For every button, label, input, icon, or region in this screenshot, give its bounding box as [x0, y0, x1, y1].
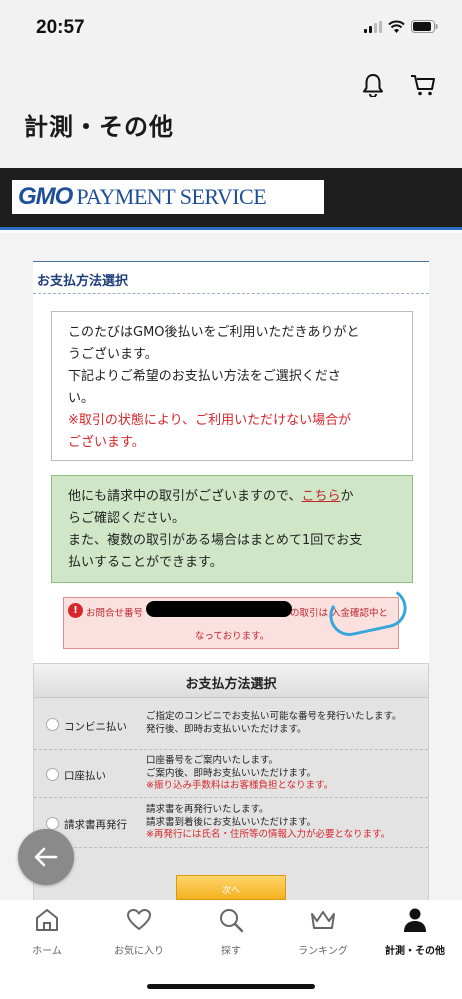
- back-button[interactable]: [18, 829, 74, 885]
- method-warning: ※振り込み手数料はお客様負担となります。: [146, 780, 334, 791]
- method-label: 口座払い: [64, 770, 106, 782]
- payment-method-title: お支払方法選択: [34, 664, 428, 698]
- app-header: 計測・その他: [0, 60, 462, 168]
- intro-message: このたびはGMO後払いをご利用いただきありがと うございます。 下記よりご希望の…: [51, 311, 413, 461]
- wifi-icon: [388, 20, 405, 33]
- payment-option-bank[interactable]: 口座払い 口座番号をご案内いたします。 ご案内後、即時お支払いいただけます。 ※…: [34, 750, 428, 798]
- method-label: 請求書再発行: [64, 819, 127, 831]
- intro-warning-line: ※取引の状態により、ご利用いただけない場合が: [68, 413, 352, 428]
- person-icon: [369, 906, 461, 934]
- page-title: 計測・その他: [24, 113, 174, 141]
- tab-measurement-other[interactable]: 計測・その他: [369, 906, 461, 957]
- method-description: 請求書を再発行いたします。 請求書到着後にお支払いいただけます。 ※再発行には氏…: [146, 804, 390, 842]
- intro-line: うございます。: [68, 347, 158, 362]
- status-bar: 20:57: [0, 0, 462, 60]
- tab-search[interactable]: 探す: [185, 906, 277, 957]
- gmo-logo-mark: GMO: [18, 183, 73, 210]
- tab-label: 計測・その他: [385, 946, 445, 957]
- method-desc-line: 請求書到着後にお支払いいただけます。: [146, 816, 317, 828]
- heart-icon: [93, 906, 185, 934]
- home-icon: [1, 906, 93, 934]
- method-label: コンビニ払い: [64, 721, 127, 733]
- radio-button[interactable]: [46, 817, 59, 830]
- notice-line: らご確認ください。: [68, 511, 186, 526]
- intro-warning-line: ございます。: [68, 435, 145, 450]
- notice-line: また、複数の取引がある場合はまとめて1回でお支: [68, 533, 363, 548]
- method-description: ご指定のコンビニでお支払い可能な番号を発行いたします。 発行後、即時お支払いいた…: [146, 711, 402, 736]
- other-transactions-link[interactable]: こちら: [301, 489, 340, 504]
- gmo-banner: GMO PAYMENT SERVICE: [0, 168, 462, 230]
- gmo-logo-text: PAYMENT SERVICE: [76, 184, 267, 209]
- status-icons: [364, 20, 438, 33]
- section-heading: お支払方法選択: [33, 261, 429, 294]
- arrow-left-icon: [34, 847, 58, 867]
- radio-button[interactable]: [46, 768, 59, 781]
- tab-home[interactable]: ホーム: [1, 906, 93, 957]
- intro-line: い。: [68, 391, 95, 406]
- home-indicator[interactable]: [147, 984, 315, 989]
- cart-icon[interactable]: [406, 68, 440, 102]
- next-button[interactable]: 次へ: [176, 875, 286, 900]
- notice-text: 他にも請求中の取引がございますので、: [68, 489, 302, 504]
- method-desc-line: 請求書を再発行いたします。: [146, 804, 269, 815]
- notice-line: 払いすることができます。: [68, 555, 223, 570]
- tab-favorites[interactable]: お気に入り: [93, 906, 185, 957]
- notice-text: か: [340, 489, 354, 504]
- gmo-logo: GMO PAYMENT SERVICE: [12, 180, 324, 214]
- search-icon: [185, 906, 277, 934]
- exclamation-icon: !: [68, 603, 83, 618]
- method-desc-line: 口座番号をご案内いたします。: [146, 755, 279, 766]
- intro-line: このたびはGMO後払いをご利用いただきありがと: [68, 325, 360, 340]
- main-content: お支払方法選択 このたびはGMO後払いをご利用いただきありがと うございます。 …: [0, 233, 462, 900]
- tab-label: お気に入り: [114, 946, 164, 957]
- method-warning: ※再発行には氏名・住所等の情報入力が必要となります。: [146, 829, 391, 840]
- tab-label: ランキング: [298, 946, 348, 957]
- tab-ranking[interactable]: ランキング: [277, 906, 369, 957]
- bell-icon[interactable]: [356, 68, 390, 102]
- method-desc-line: 発行後、即時お支払いいただけます。: [146, 723, 307, 735]
- method-description: 口座番号をご案内いたします。 ご案内後、即時お支払いいただけます。 ※振り込み手…: [146, 755, 333, 793]
- other-transactions-notice: 他にも請求中の取引がございますので、こちらか らご確認ください。 また、複数の取…: [51, 475, 413, 583]
- payment-status-alert: ! お問合せ番号 の取引は 入金確認中と なっております。: [63, 584, 411, 649]
- payment-option-convenience[interactable]: コンビニ払い ご指定のコンビニでお支払い可能な番号を発行いたします。 発行後、即…: [34, 698, 428, 750]
- tab-label: 探す: [221, 946, 241, 957]
- method-desc-line: ご指定のコンビニでお支払い可能な番号を発行いたします。: [146, 711, 402, 722]
- intro-line: 下記よりご希望のお支払い方法をご選択くださ: [68, 369, 341, 384]
- payment-option-invoice-reissue[interactable]: 請求書再発行 請求書を再発行いたします。 請求書到着後にお支払いいただけます。 …: [34, 798, 428, 848]
- method-desc-line: ご案内後、即時お支払いいただけます。: [146, 767, 317, 779]
- notice-line: 他にも請求中の取引がございますので、こちらか: [68, 486, 396, 508]
- payment-method-panel: お支払方法選択 コンビニ払い ご指定のコンビニでお支払い可能な番号を発行いたしま…: [33, 663, 429, 900]
- redacted-inquiry-number: [146, 601, 292, 617]
- tab-label: ホーム: [32, 946, 62, 957]
- signal-icon: [364, 20, 382, 33]
- crown-icon: [277, 906, 369, 934]
- alert-text: お問合せ番号: [86, 608, 144, 619]
- status-time: 20:57: [36, 17, 85, 38]
- section-card: お支払方法選択 このたびはGMO後払いをご利用いただきありがと うございます。 …: [33, 261, 429, 900]
- battery-icon: [411, 20, 438, 33]
- radio-button[interactable]: [46, 718, 59, 731]
